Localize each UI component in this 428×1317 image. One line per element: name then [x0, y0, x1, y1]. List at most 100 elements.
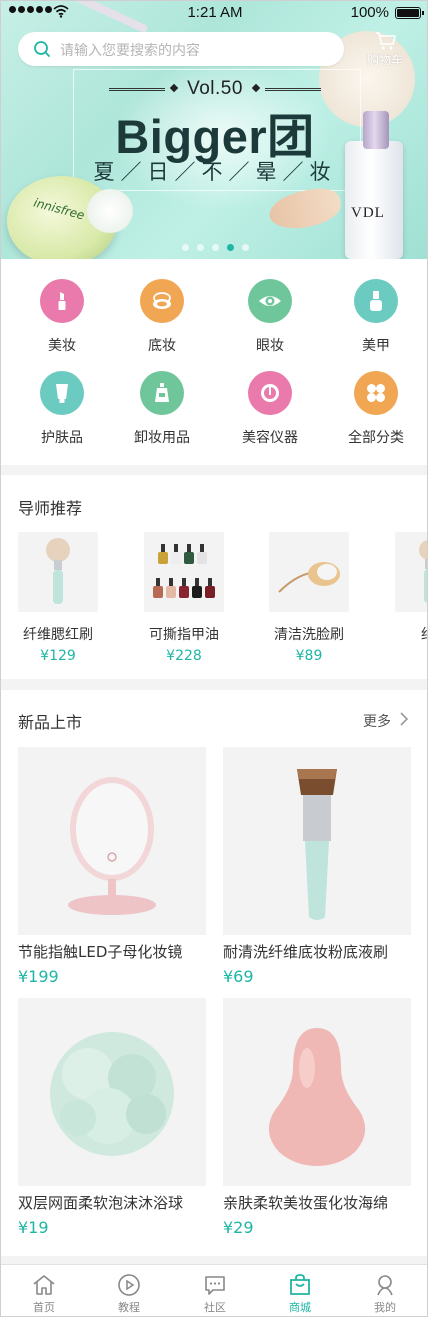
nail-polish-set-image [153, 544, 215, 598]
tab-label: 首页 [33, 1301, 55, 1314]
tab-tutorial[interactable]: 教程 [99, 1271, 159, 1316]
section-title: 导师推荐 [18, 499, 83, 518]
battery-percent: 100% [350, 4, 389, 21]
product-image [18, 998, 206, 1186]
bottom-tab-bar: 首页 教程 社区 商城 我的 [1, 1264, 427, 1316]
product-image [223, 747, 411, 935]
product-image [395, 532, 427, 612]
section-title: 新品上市 [18, 713, 83, 732]
product-name: 耐清洗纤维底妆粉底液刷 [223, 943, 389, 961]
category-makeup-remover[interactable]: 卸妆用品 [121, 351, 201, 446]
category-makeup[interactable]: 美妆 [21, 259, 101, 354]
category-all[interactable]: 全部分类 [335, 351, 415, 446]
pagination-dot[interactable] [226, 244, 234, 251]
tutor-item[interactable]: 清洁洗脸刷 ¥89 [269, 532, 349, 664]
tab-label: 教程 [118, 1301, 140, 1314]
home-icon [33, 1275, 55, 1295]
pagination-dot[interactable] [196, 244, 204, 251]
category-label: 全部分类 [348, 430, 404, 446]
bottle-brand-label: VDL [351, 205, 385, 221]
search-icon [34, 41, 50, 57]
category-icon-circle [140, 371, 184, 415]
banner-pagination[interactable] [1, 244, 427, 251]
category-icon-circle [140, 279, 184, 323]
pagination-dot[interactable] [181, 244, 189, 251]
category-icon-circle [248, 279, 292, 323]
battery-icon [395, 7, 424, 19]
person-icon [377, 1275, 393, 1296]
category-label: 卸妆用品 [134, 430, 190, 446]
product-card[interactable]: 节能指触LED子母化妆镜 ¥199 [18, 747, 206, 986]
new-products-section: 新品上市 更多 节能指触LED子母化妆镜 ¥199 耐清洗纤维底妆粉底液刷 ¥6… [1, 690, 427, 1256]
category-base-makeup[interactable]: 底妆 [121, 259, 201, 354]
product-price: ¥19 [18, 1218, 49, 1237]
product-name: 清洁洗脸刷 [274, 627, 344, 643]
product-card[interactable]: 双层网面柔软泡沫沐浴球 ¥19 [18, 998, 206, 1237]
cart-button[interactable]: 购物车 [355, 29, 415, 69]
tutor-item[interactable]: 纤维 ¥ [395, 532, 427, 643]
category-icon-circle [40, 371, 84, 415]
product-name: 双层网面柔软泡沫沐浴球 [18, 1194, 184, 1212]
cart-label: 购物车 [366, 53, 403, 67]
product-card[interactable]: 耐清洗纤维底妆粉底液刷 ¥69 [223, 747, 411, 986]
grid-flower-icon [367, 384, 385, 402]
product-name: 纤维腮红刷 [23, 627, 93, 643]
product-image [18, 747, 206, 935]
search-placeholder: 请输入您要搜索的内容 [60, 43, 200, 59]
product-price: ¥69 [223, 967, 254, 986]
bottle-icon [155, 383, 169, 402]
vol-divider-right [265, 88, 321, 91]
tutor-item[interactable]: 纤维腮红刷 ¥129 [18, 532, 98, 664]
flower-image [87, 189, 133, 233]
product-price: ¥129 [40, 648, 76, 664]
tab-label: 商城 [289, 1301, 311, 1314]
product-price: ¥ [375, 648, 427, 664]
tube-icon [56, 384, 68, 403]
product-price: ¥199 [18, 967, 59, 986]
product-name: 节能指触LED子母化妆镜 [18, 943, 183, 961]
pagination-dot[interactable] [211, 244, 219, 251]
app-screen: innisfree VDL 1:21 AM 100% 请输入您要搜索的内容 购物… [0, 0, 428, 1317]
foundation-brush-image [297, 769, 337, 920]
pagination-dot[interactable] [241, 244, 249, 251]
bath-puff-image [50, 1032, 174, 1156]
compact-icon [153, 292, 171, 309]
category-icon-circle [40, 279, 84, 323]
status-bar: 1:21 AM 100% [1, 1, 427, 25]
product-name: 亲肤柔软美妆蛋化妆海绵 [223, 1194, 389, 1212]
category-icon-circle [354, 279, 398, 323]
product-price: ¥29 [223, 1218, 254, 1237]
led-mirror-image [68, 777, 156, 915]
category-label: 护肤品 [41, 430, 83, 446]
nail-polish-icon [370, 291, 382, 311]
tutor-recommend-section: 导师推荐 纤维腮红刷 ¥129 可撕指甲油 ¥228 清洁洗脸刷 ¥89 [1, 475, 427, 679]
product-name: 纤维 [375, 624, 427, 644]
product-image [18, 532, 98, 612]
tab-label: 社区 [204, 1301, 226, 1314]
chat-icon [205, 1276, 225, 1295]
fiber-brush-image [419, 540, 427, 603]
banner-vol: Vol.50 [187, 78, 243, 99]
tab-community[interactable]: 社区 [185, 1271, 245, 1316]
category-label: 美容仪器 [242, 430, 298, 446]
category-eye-makeup[interactable]: 眼妆 [229, 259, 309, 354]
tab-home[interactable]: 首页 [14, 1271, 74, 1316]
shop-bag-icon [290, 1274, 310, 1295]
more-link[interactable]: 更多 [363, 711, 391, 731]
category-grid: 美妆 底妆 眼妆 美甲 护肤品 卸妆用品 美容仪器 全部分类 [1, 259, 427, 465]
search-bar[interactable]: 请输入您要搜索的内容 [18, 32, 344, 66]
category-beauty-devices[interactable]: 美容仪器 [229, 351, 309, 446]
promo-banner[interactable]: innisfree VDL 1:21 AM 100% 请输入您要搜索的内容 购物… [1, 1, 427, 259]
jar-brand-label: innisfree [32, 195, 86, 223]
chevron-right-icon[interactable] [397, 712, 411, 726]
tab-mall[interactable]: 商城 [270, 1271, 330, 1316]
device-icon [261, 384, 279, 402]
product-card[interactable]: 亲肤柔软美妆蛋化妆海绵 ¥29 [223, 998, 411, 1237]
tab-mine[interactable]: 我的 [355, 1271, 415, 1316]
tutor-item[interactable]: 可撕指甲油 ¥228 [144, 532, 224, 664]
product-image [144, 532, 224, 612]
category-skincare[interactable]: 护肤品 [21, 351, 101, 446]
product-name: 可撕指甲油 [149, 627, 219, 643]
category-icon-circle [248, 371, 292, 415]
category-nails[interactable]: 美甲 [335, 259, 415, 354]
